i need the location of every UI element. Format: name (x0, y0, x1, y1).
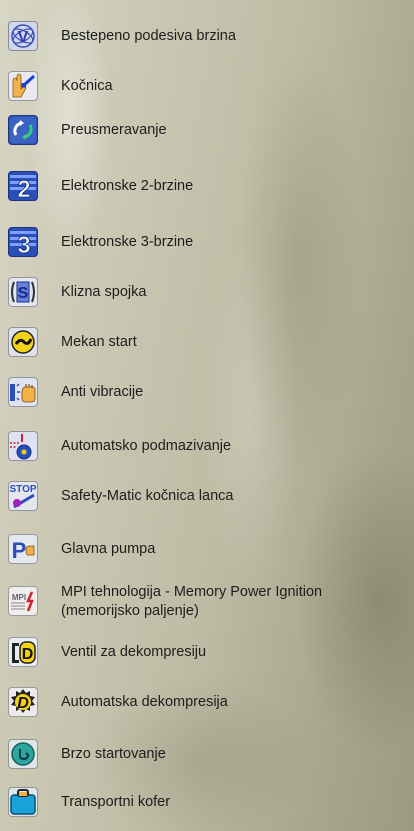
feature-row-anti-vibration: Anti vibracije (8, 374, 412, 410)
feature-label: MPI tehnologija - Memory Power Ignition (61, 584, 323, 600)
svg-text:S: S (18, 285, 29, 302)
svg-text:D: D (22, 646, 34, 663)
feature-row-slip-clutch: S Klizna spojka (8, 274, 412, 310)
soft-start-icon (8, 327, 38, 357)
feature-label: Elektronske 3-brzine (61, 233, 194, 250)
feature-label: Glavna pumpa (61, 540, 156, 557)
feature-label: Anti vibracije (61, 383, 144, 400)
auto-lubrication-icon (8, 431, 38, 461)
primer-pump-icon: P (8, 534, 38, 564)
feature-row-reverse: Preusmeravanje (8, 112, 412, 148)
feature-label: Kočnica (61, 77, 113, 94)
feature-row-easy-start: Brzo startovanje (8, 736, 412, 772)
anti-vibration-icon (8, 377, 38, 407)
auto-decompression-icon: D (8, 687, 38, 717)
feature-row-electronic-2-speed: 2 Elektronske 2-brzine (8, 168, 412, 204)
feature-label: Automatsko podmazivanje (61, 437, 232, 454)
feature-label: Mekan start (61, 333, 137, 350)
feature-row-carrying-case: Transportni kofer (8, 784, 412, 820)
feature-row-variable-speed: V Bestepeno podesiva brzina (8, 18, 412, 54)
svg-text:P: P (12, 538, 27, 563)
feature-label: Transportni kofer (61, 793, 171, 810)
feature-row-soft-start: Mekan start (8, 324, 412, 360)
feature-row-brake: Kočnica (8, 68, 412, 104)
chain-brake-stop-icon: STOP (8, 481, 38, 511)
svg-text:D: D (17, 695, 29, 712)
feature-label-group: MPI tehnologija - Memory Power Ignition … (61, 583, 322, 621)
svg-text:STOP: STOP (9, 484, 36, 495)
brake-icon (8, 71, 38, 101)
feature-label: Safety-Matic kočnica lanca (61, 487, 234, 504)
feature-label-continued: (memorijsko paljenje) (61, 603, 199, 619)
feature-label: Elektronske 2-brzine (61, 177, 194, 194)
feature-row-auto-decompression: D Automatska dekompresija (8, 684, 412, 720)
feature-row-chain-brake: STOP Safety-Matic kočnica lanca (8, 478, 412, 514)
feature-row-auto-lubrication: Automatsko podmazivanje (8, 428, 412, 464)
carrying-case-icon (8, 787, 38, 817)
feature-row-mpi: MPI MPI tehnologija - Memory Power Ignit… (8, 583, 412, 623)
feature-label: Automatska dekompresija (61, 693, 228, 710)
reverse-icon (8, 115, 38, 145)
slip-clutch-icon: S (8, 277, 38, 307)
feature-row-decompression-valve: D Ventil za dekompresiju (8, 634, 412, 670)
feature-label: Ventil za dekompresiju (61, 643, 207, 660)
electronic-3-speed-icon: 3 (8, 227, 38, 257)
feature-label: Preusmeravanje (61, 121, 167, 138)
electronic-2-speed-icon: 2 (8, 171, 38, 201)
svg-text:2: 2 (17, 176, 30, 201)
svg-text:MPI: MPI (12, 593, 26, 602)
feature-label: Bestepeno podesiva brzina (61, 27, 236, 44)
svg-text:V: V (18, 29, 29, 46)
decompression-valve-icon: D (8, 637, 38, 667)
mpi-ignition-icon: MPI (8, 586, 38, 616)
feature-label: Brzo startovanje (61, 745, 166, 762)
easy-start-icon (8, 739, 38, 769)
feature-row-primer-pump: P Glavna pumpa (8, 531, 412, 567)
variable-speed-icon: V (8, 21, 38, 51)
svg-text:3: 3 (17, 232, 30, 257)
feature-label: Klizna spojka (61, 283, 147, 300)
feature-row-electronic-3-speed: 3 Elektronske 3-brzine (8, 224, 412, 260)
